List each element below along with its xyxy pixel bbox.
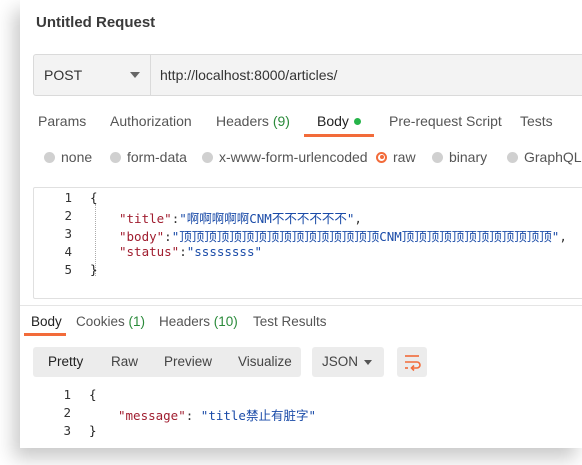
json-comma: , [559, 229, 567, 244]
line-number: 2 [63, 405, 71, 420]
view-raw-button[interactable]: Raw [111, 354, 138, 369]
response-tab-headers[interactable]: Headers (10) [159, 314, 238, 329]
json-value: "title禁止有脏字" [200, 408, 316, 423]
body-mode-options: none form-data x-www-form-urlencoded raw… [20, 147, 582, 169]
code-line: 3 } [33, 423, 582, 441]
modified-dot-icon [353, 117, 361, 125]
body-mode-form-data[interactable]: form-data [110, 149, 187, 165]
url-bar: POST http://localhost:8000/articles/ [33, 54, 582, 96]
request-body-editor[interactable]: 1 { 2 "title":"啊啊啊啊啊CNM不不不不不不", 3 "body"… [33, 187, 582, 299]
tab-params[interactable]: Params [38, 113, 86, 129]
radio-icon [44, 151, 55, 163]
code-line: 1 { [34, 190, 582, 208]
json-value: "啊啊啊啊啊CNM不不不不不不" [179, 211, 355, 226]
code-line: 1 { [33, 387, 582, 405]
wrap-lines-icon [405, 355, 421, 372]
json-key: "body" [119, 229, 165, 244]
line-number: 3 [64, 226, 72, 241]
view-preview-button[interactable]: Preview [164, 354, 212, 369]
chevron-down-icon [364, 360, 372, 365]
wrap-lines-button[interactable] [397, 347, 427, 377]
radio-icon [202, 151, 213, 163]
tab-pre-request-script[interactable]: Pre-request Script [389, 113, 502, 129]
json-brace: { [89, 387, 97, 402]
tab-label: Body [31, 314, 62, 329]
tab-label: Params [38, 113, 87, 129]
body-mode-urlencoded[interactable]: x-www-form-urlencoded [202, 149, 368, 165]
body-mode-graphql[interactable]: GraphQL [507, 149, 582, 165]
code-line: 3 "body":"顶顶顶顶顶顶顶顶顶顶顶顶顶顶顶顶CNM顶顶顶顶顶顶顶顶顶顶顶… [34, 226, 582, 244]
code-line: 4 "status":"ssssssss" [34, 244, 582, 262]
tab-label: Tests [520, 113, 553, 129]
method-select[interactable]: POST [34, 55, 151, 95]
format-label: JSON [322, 354, 359, 369]
radio-icon [507, 151, 518, 163]
tab-label: Headers [216, 113, 269, 129]
radio-icon [110, 151, 121, 163]
tab-tests[interactable]: Tests [520, 113, 553, 129]
response-tab-cookies[interactable]: Cookies (1) [76, 314, 145, 329]
response-tab-body[interactable]: Body [31, 314, 62, 329]
tab-label: Authorization [110, 113, 192, 129]
radio-label: GraphQL [524, 149, 582, 165]
format-select[interactable]: JSON [312, 347, 384, 377]
json-brace: } [89, 423, 97, 438]
body-mode-raw[interactable]: raw [376, 149, 416, 165]
tab-label: Test Results [253, 314, 327, 329]
radio-label: x-www-form-urlencoded [219, 149, 368, 165]
tab-headers[interactable]: Headers (9) [216, 113, 290, 129]
response-body-viewer[interactable]: 1 { 2 "message": "title禁止有脏字" 3 } [33, 387, 582, 447]
active-tab-indicator [24, 333, 66, 336]
method-label: POST [44, 67, 83, 83]
line-number: 1 [63, 387, 71, 402]
code-line: 2 "title":"啊啊啊啊啊CNM不不不不不不", [34, 208, 582, 226]
line-number: 5 [64, 262, 72, 277]
line-number: 3 [63, 423, 71, 438]
line-number: 1 [64, 190, 72, 205]
body-mode-binary[interactable]: binary [432, 149, 487, 165]
request-tabs: Params Authorization Headers (9) Body Pr… [20, 108, 582, 138]
tab-authorization[interactable]: Authorization [110, 113, 192, 129]
view-mode-group: Pretty Raw Preview Visualize [33, 347, 301, 377]
tab-label: Body [317, 113, 349, 129]
json-brace: } [90, 262, 98, 277]
body-mode-none[interactable]: none [44, 149, 92, 165]
json-key: "title" [119, 211, 172, 226]
tab-body[interactable]: Body [317, 113, 361, 129]
radio-label: form-data [127, 149, 187, 165]
radio-label: raw [393, 149, 416, 165]
response-tabs: Body Cookies (1) Headers (10) Test Resul… [20, 312, 582, 338]
radio-label: binary [449, 149, 488, 165]
response-toolbar: Pretty Raw Preview Visualize JSON [33, 347, 582, 377]
tab-count: (9) [272, 113, 290, 129]
url-input[interactable]: http://localhost:8000/articles/ [160, 67, 337, 83]
json-value: "顶顶顶顶顶顶顶顶顶顶顶顶顶顶顶顶CNM顶顶顶顶顶顶顶顶顶顶顶顶" [171, 229, 560, 244]
view-pretty-button[interactable]: Pretty [48, 354, 83, 369]
chevron-down-icon [130, 72, 140, 78]
line-number: 2 [64, 208, 72, 223]
pane-divider[interactable] [20, 305, 582, 306]
view-visualize-button[interactable]: Visualize [238, 354, 292, 369]
active-tab-indicator [304, 134, 374, 137]
code-line: 2 "message": "title禁止有脏字" [33, 405, 582, 423]
radio-selected-icon [376, 151, 387, 163]
request-window: Untitled Request POST http://localhost:8… [20, 0, 582, 448]
tab-count: (1) [128, 314, 146, 329]
radio-icon [432, 151, 443, 163]
tab-label: Headers [159, 314, 211, 329]
json-key: "message" [118, 408, 186, 423]
json-key: "status" [119, 244, 180, 259]
request-title: Untitled Request [36, 14, 156, 31]
json-brace: { [90, 190, 98, 205]
line-number: 4 [64, 244, 72, 259]
tab-label: Pre-request Script [389, 113, 502, 129]
radio-label: none [61, 149, 93, 165]
response-tab-test-results[interactable]: Test Results [253, 314, 327, 329]
tab-count: (10) [213, 314, 238, 329]
json-value: "ssssssss" [186, 244, 263, 259]
json-comma: , [354, 211, 362, 226]
code-line: 5 } [34, 262, 582, 280]
tab-label: Cookies [76, 314, 125, 329]
